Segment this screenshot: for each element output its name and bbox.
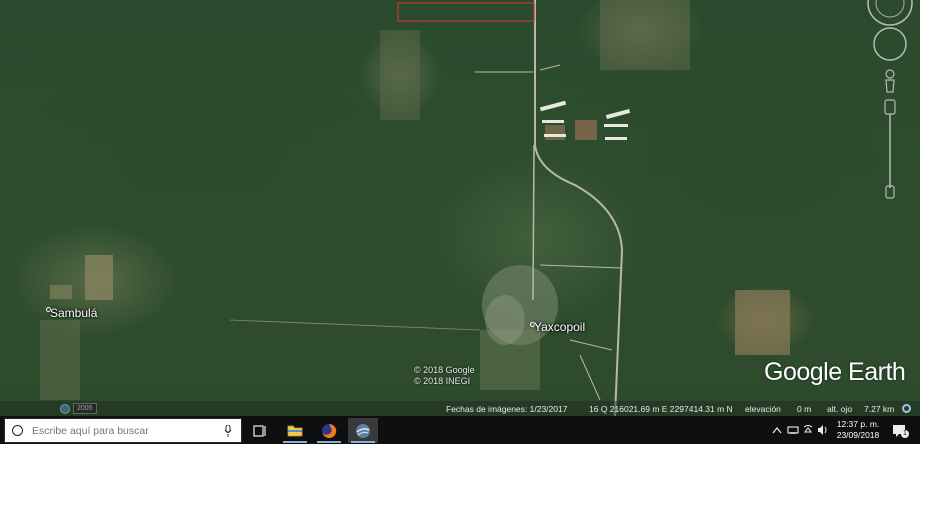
cleared-area (575, 120, 597, 140)
streaming-status-icon (902, 404, 911, 413)
street-view-pegman-icon[interactable] (885, 69, 895, 93)
microphone-icon[interactable] (224, 425, 232, 437)
satellite-imagery (40, 0, 790, 416)
cortana-circle-icon (12, 425, 23, 436)
eye-alt-label: alt. ojo (827, 404, 853, 414)
cleared-area (50, 285, 72, 299)
imagery-date: Fechas de imágenes: 1/23/2017 (446, 404, 568, 414)
clock-time: 12:37 p. m. (836, 419, 880, 429)
copyright-google: © 2018 Google (414, 365, 475, 375)
chevron-up-icon[interactable] (772, 427, 782, 434)
taskbar-clock[interactable]: 12:37 p. m. 23/09/2018 (830, 419, 886, 441)
task-view-icon (253, 424, 266, 437)
windows-taskbar: 12:37 p. m. 23/09/2018 1 (0, 416, 920, 444)
cleared-area (380, 30, 420, 120)
move-joystick-icon[interactable] (873, 27, 907, 61)
boundary-polygon[interactable] (397, 2, 535, 22)
cleared-area (735, 290, 790, 355)
volume-icon[interactable] (818, 425, 827, 435)
elevation-label: elevación (745, 404, 781, 414)
google-earth-icon (356, 423, 370, 438)
notification-count: 1 (901, 430, 909, 438)
map-copyright: © 2018 Google © 2018 INEGI (414, 365, 475, 387)
network-icon[interactable] (787, 426, 799, 434)
google-earth-logo: Google Earth (764, 358, 906, 386)
map-view[interactable]: Sambulá Yaxcopoil © 2018 Google © 2018 I… (0, 0, 920, 416)
folder-icon (287, 425, 303, 437)
taskbar-search[interactable] (4, 418, 242, 443)
action-center-button[interactable]: 1 (892, 423, 909, 439)
file-explorer-button[interactable] (280, 418, 310, 443)
task-view-button[interactable] (245, 418, 275, 443)
copyright-inegi: © 2018 INEGI (414, 376, 471, 386)
system-tray (772, 425, 827, 435)
clock-date: 23/09/2018 (836, 430, 880, 440)
roads (229, 0, 624, 416)
cleared-area (85, 255, 113, 300)
cleared-area (40, 320, 80, 400)
cleared-area (600, 0, 690, 70)
google-earth-taskbar-button[interactable] (348, 418, 378, 443)
firefox-icon (322, 423, 337, 438)
eye-alt-value: 7.27 km (864, 404, 895, 414)
town-area (485, 295, 525, 345)
search-input[interactable] (30, 423, 214, 438)
cleared-area (545, 125, 565, 140)
map-status-bar: Fechas de imágenes: 1/23/2017 16 Q 21602… (0, 401, 920, 416)
place-label-sambula[interactable]: Sambulá (50, 306, 97, 320)
look-joystick-icon[interactable] (867, 0, 913, 26)
navigation-controls (860, 0, 920, 210)
coordinates: 16 Q 216021.69 m E 2297414.31 m N (589, 404, 733, 414)
wifi-icon[interactable] (803, 425, 813, 433)
firefox-button[interactable] (314, 418, 344, 443)
zoom-slider-icon[interactable] (884, 99, 896, 199)
elevation-value: 0 m (797, 404, 812, 414)
place-label-yaxcopoil[interactable]: Yaxcopoil (534, 320, 585, 334)
